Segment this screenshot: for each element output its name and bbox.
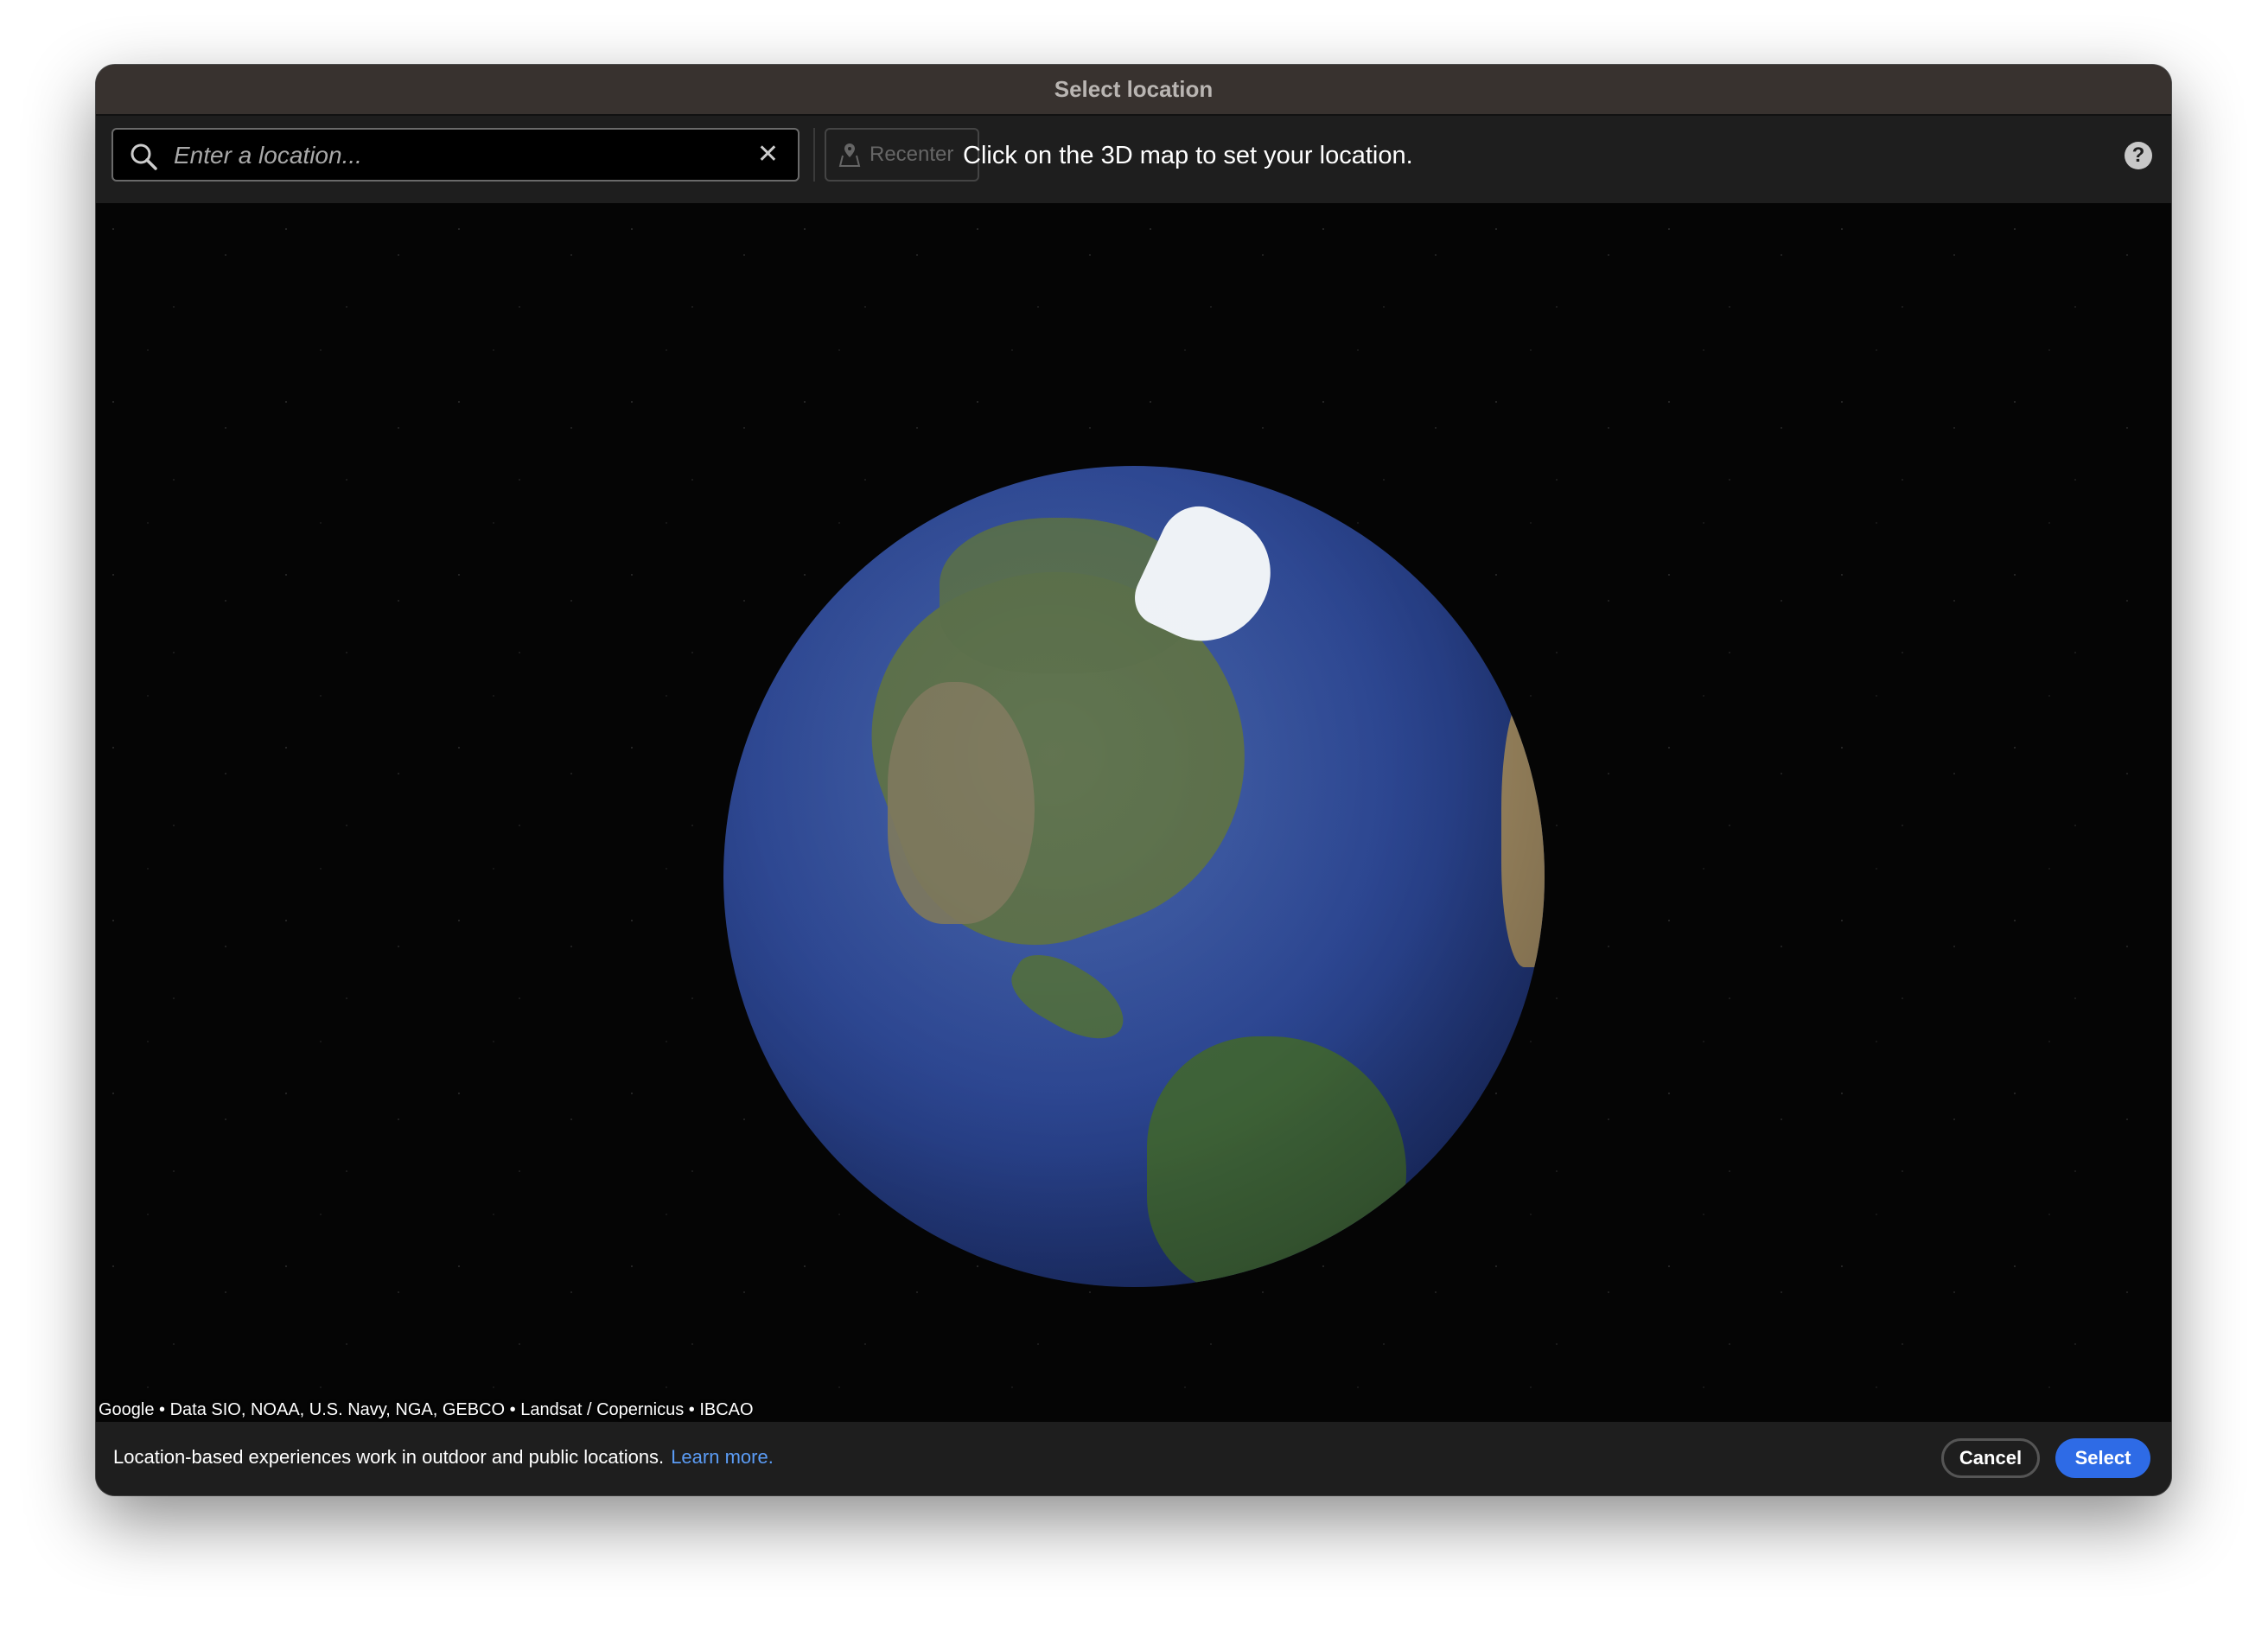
search-icon bbox=[131, 143, 157, 170]
recenter-label: Recenter bbox=[870, 143, 954, 166]
close-icon[interactable]: ✕ bbox=[757, 140, 779, 169]
footer-note: Location-based experiences work in outdo… bbox=[113, 1446, 774, 1469]
learn-more-link[interactable]: Learn more. bbox=[671, 1446, 774, 1468]
title-bar: Select location bbox=[96, 65, 2171, 116]
help-icon[interactable]: ? bbox=[2125, 142, 2152, 169]
recenter-button[interactable]: Recenter bbox=[825, 128, 979, 182]
instruction-text: Click on the 3D map to set your location… bbox=[963, 142, 1413, 169]
cancel-button[interactable]: Cancel bbox=[1941, 1438, 2040, 1478]
footer-note-text: Location-based experiences work in outdo… bbox=[113, 1446, 665, 1468]
map-pin-icon bbox=[838, 143, 861, 167]
globe[interactable] bbox=[723, 466, 1545, 1287]
location-search-input[interactable] bbox=[172, 130, 729, 182]
toolbar-divider bbox=[813, 128, 815, 182]
select-location-dialog: Select location ✕ Recenter Click on the … bbox=[96, 65, 2171, 1495]
footer: Location-based experiences work in outdo… bbox=[96, 1422, 2171, 1495]
select-button[interactable]: Select bbox=[2055, 1438, 2150, 1478]
3d-globe-map[interactable]: Google • Data SIO, NOAA, U.S. Navy, NGA,… bbox=[96, 203, 2171, 1422]
map-attribution: Google • Data SIO, NOAA, U.S. Navy, NGA,… bbox=[99, 1400, 754, 1419]
dialog-title: Select location bbox=[1054, 76, 1214, 102]
location-search-box: ✕ bbox=[111, 128, 800, 182]
globe-shading bbox=[723, 466, 1545, 1287]
toolbar: ✕ Recenter Click on the 3D map to set yo… bbox=[96, 116, 2171, 203]
